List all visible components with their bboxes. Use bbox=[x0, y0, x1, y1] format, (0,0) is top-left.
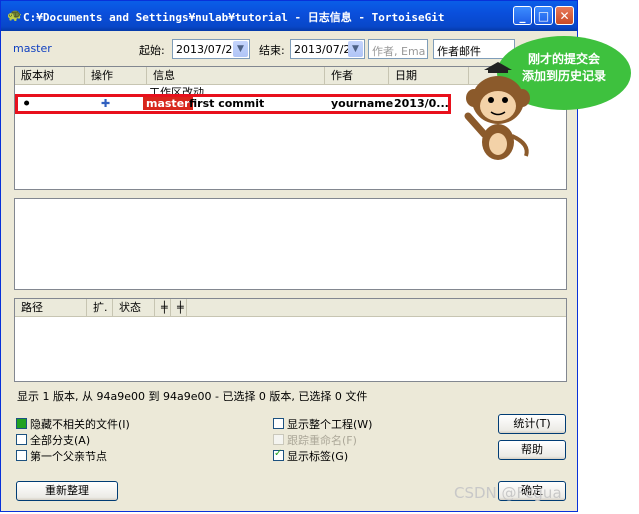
status-text: 显示 1 版本, 从 94a9e00 到 94a9e00 - 已选择 0 版本,… bbox=[17, 390, 368, 403]
search-input[interactable]: 作者, Ema bbox=[368, 39, 428, 59]
hide-unrelated-label: 隐藏不相关的文件(I) bbox=[30, 418, 130, 431]
commit-message-panel[interactable] bbox=[14, 198, 567, 290]
column-graph[interactable]: 版本树 bbox=[15, 67, 85, 84]
branch-tag-badge: master bbox=[143, 97, 193, 110]
all-branches-label: 全部分支(A) bbox=[30, 434, 91, 447]
column-lines-added[interactable]: ╪ bbox=[155, 299, 171, 316]
column-author[interactable]: 作者 bbox=[325, 67, 389, 84]
watermark: CSDN @Fcgua bbox=[454, 484, 562, 502]
follow-renames-label: 跟踪重命名(F) bbox=[287, 434, 357, 447]
commit-graph-node-icon: ⚫ bbox=[22, 97, 32, 110]
minimize-button[interactable]: _ bbox=[513, 6, 532, 25]
all-branches-checkbox[interactable] bbox=[16, 434, 27, 445]
maximize-button[interactable]: □ bbox=[534, 6, 553, 25]
close-icon: ✕ bbox=[559, 9, 570, 23]
column-message[interactable]: 信息 bbox=[147, 67, 325, 84]
tortoisegit-icon: 🐢 bbox=[7, 8, 22, 22]
commit-action-icon: ✚ bbox=[101, 97, 111, 110]
follow-renames-checkbox[interactable] bbox=[273, 434, 284, 445]
statistics-button[interactable]: 统计(T) bbox=[498, 414, 566, 434]
search-field-value: 作者邮件 bbox=[437, 45, 481, 58]
refresh-button[interactable]: 重新整理 bbox=[16, 481, 118, 501]
table-row[interactable]: ⚫ ✚ master first commit yourname 2013/0.… bbox=[15, 94, 451, 114]
from-date-picker[interactable]: 2013/07/25 ▼ bbox=[172, 39, 250, 59]
commit-author: yourname bbox=[331, 97, 394, 110]
commit-date: 2013/0... bbox=[394, 97, 449, 110]
show-tags-checkbox[interactable] bbox=[273, 448, 284, 461]
chevron-down-icon[interactable]: ▼ bbox=[233, 41, 248, 57]
column-actions[interactable]: 操作 bbox=[85, 67, 147, 84]
from-label: 起始: bbox=[139, 44, 165, 57]
close-button[interactable]: ✕ bbox=[555, 6, 574, 25]
column-status[interactable]: 状态 bbox=[113, 299, 155, 316]
title-bar[interactable]: 🐢 C:¥Documents and Settings¥nulab¥tutori… bbox=[1, 1, 577, 31]
files-table-header: 路径 扩. 状态 ╪ ╪ bbox=[15, 299, 566, 317]
whole-project-label: 显示整个工程(W) bbox=[287, 418, 373, 431]
column-path[interactable]: 路径 bbox=[15, 299, 87, 316]
commit-message: first commit bbox=[189, 97, 265, 110]
column-lines-removed[interactable]: ╪ bbox=[171, 299, 187, 316]
current-branch-link[interactable]: master bbox=[13, 42, 52, 55]
first-parent-checkbox[interactable] bbox=[16, 450, 27, 461]
maximize-icon: □ bbox=[537, 9, 550, 23]
from-date-value: 2013/07/25 bbox=[176, 43, 240, 56]
search-placeholder: 作者, Ema bbox=[372, 45, 426, 58]
to-label: 结束: bbox=[259, 44, 285, 57]
show-tags-label: 显示标签(G) bbox=[287, 450, 349, 463]
monkey-mascot-icon bbox=[464, 62, 530, 160]
chevron-down-icon[interactable]: ▼ bbox=[348, 41, 363, 57]
changed-files-table[interactable]: 路径 扩. 状态 ╪ ╪ bbox=[14, 298, 567, 382]
hide-unrelated-checkbox[interactable] bbox=[16, 418, 27, 429]
first-parent-label: 第一个父亲节点 bbox=[30, 450, 107, 463]
column-extension[interactable]: 扩. bbox=[87, 299, 113, 316]
help-button[interactable]: 帮助 bbox=[498, 440, 566, 460]
window-title: C:¥Documents and Settings¥nulab¥tutorial… bbox=[23, 11, 445, 24]
whole-project-checkbox[interactable] bbox=[273, 418, 284, 429]
minimize-icon: _ bbox=[519, 9, 526, 23]
column-date[interactable]: 日期 bbox=[389, 67, 469, 84]
to-date-picker[interactable]: 2013/07/25 ▼ bbox=[290, 39, 365, 59]
